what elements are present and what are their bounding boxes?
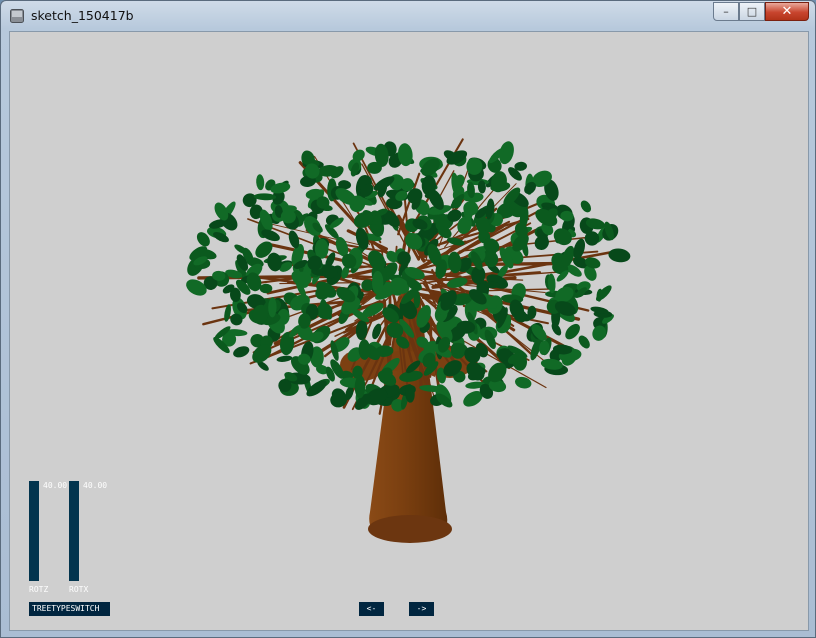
- title-bar[interactable]: sketch_150417b – □ ✕: [1, 1, 815, 31]
- rotx-slider-label: ROTX: [69, 585, 89, 594]
- rotz-slider[interactable]: [29, 481, 39, 581]
- tree-scene: [186, 138, 631, 543]
- tree-type-switch-button[interactable]: TREETYPESWITCH: [29, 602, 110, 616]
- rotx-slider-value: 40.00: [83, 481, 108, 490]
- rotz-slider-label: ROTZ: [29, 585, 49, 594]
- next-button[interactable]: ->: [409, 602, 434, 616]
- minimize-button[interactable]: –: [713, 2, 739, 21]
- application-window: sketch_150417b – □ ✕ 40.00 ROTZ 40.00 RO…: [0, 0, 816, 638]
- sketch-window-icon: [10, 9, 24, 23]
- maximize-icon: □: [746, 5, 758, 18]
- sketch-canvas[interactable]: 40.00 ROTZ 40.00 ROTX TREETYPESWITCH <- …: [9, 31, 809, 631]
- previous-button[interactable]: <-: [359, 602, 384, 616]
- rotz-slider-value: 40.00: [43, 481, 68, 490]
- maximize-button[interactable]: □: [739, 2, 765, 21]
- close-button[interactable]: ✕: [765, 2, 809, 21]
- minimize-icon: –: [723, 5, 729, 18]
- rotx-slider[interactable]: [69, 481, 79, 581]
- close-icon: ✕: [781, 4, 793, 19]
- window-title: sketch_150417b: [31, 8, 134, 23]
- caption-buttons: – □ ✕: [713, 2, 809, 21]
- tree-foliage: [186, 141, 631, 412]
